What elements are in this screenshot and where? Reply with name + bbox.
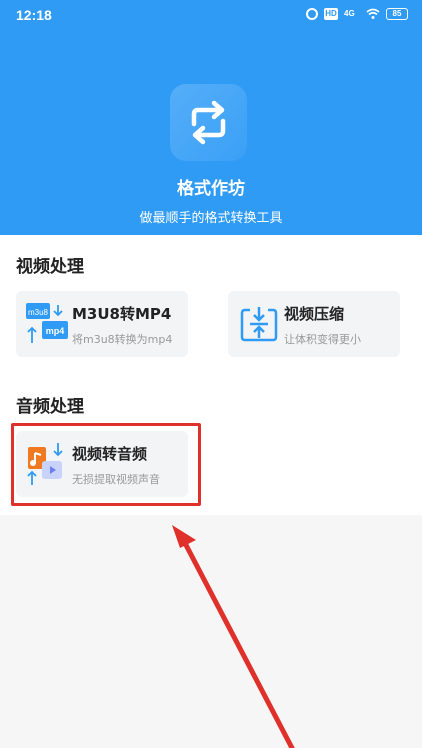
red-arrow-pointer (172, 525, 295, 748)
